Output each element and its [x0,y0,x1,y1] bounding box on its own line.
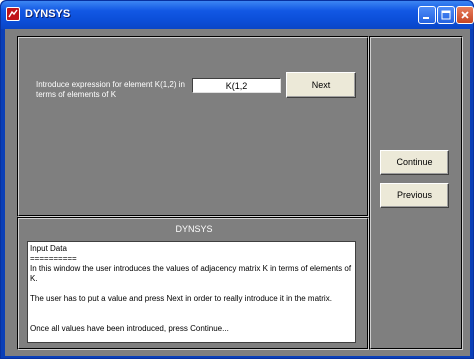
info-line: In this window the user introduces the v… [30,264,354,283]
previous-button[interactable]: Previous [380,183,449,208]
client-area: Introduce expression for element K(1,2) … [5,29,470,356]
expression-panel: Introduce expression for element K(1,2) … [17,36,369,217]
close-button[interactable] [456,6,474,24]
maximize-icon [441,10,451,20]
matlab-icon [6,7,20,21]
info-panel-title: DYNSYS [175,224,213,234]
info-line: Once all values have been introduced, pr… [30,324,229,333]
expression-prompt: Introduce expression for element K(1,2) … [36,80,185,99]
info-line: Input Data [30,244,67,253]
info-text-box[interactable]: Input Data ========== In this window the… [27,241,356,343]
minimize-button[interactable] [418,6,436,24]
info-line: The user has to put a value and press Ne… [30,294,332,303]
expression-input[interactable] [192,78,281,93]
close-icon [461,11,469,19]
title-bar[interactable]: DYNSYS [1,1,474,29]
next-button[interactable]: Next [286,72,356,98]
info-blank-line [30,284,353,294]
info-panel: DYNSYS Input Data ========== In this win… [17,217,369,350]
minimize-icon [423,17,429,19]
navigation-panel: Continue Previous [369,36,463,350]
app-window: DYNSYS Introduce expression for element … [0,0,474,359]
info-blank-line [30,314,353,324]
continue-button[interactable]: Continue [380,150,449,175]
info-line: ========== [30,254,77,263]
info-blank-line [30,304,353,314]
maximize-button[interactable] [437,6,455,24]
window-title: DYNSYS [25,8,71,20]
